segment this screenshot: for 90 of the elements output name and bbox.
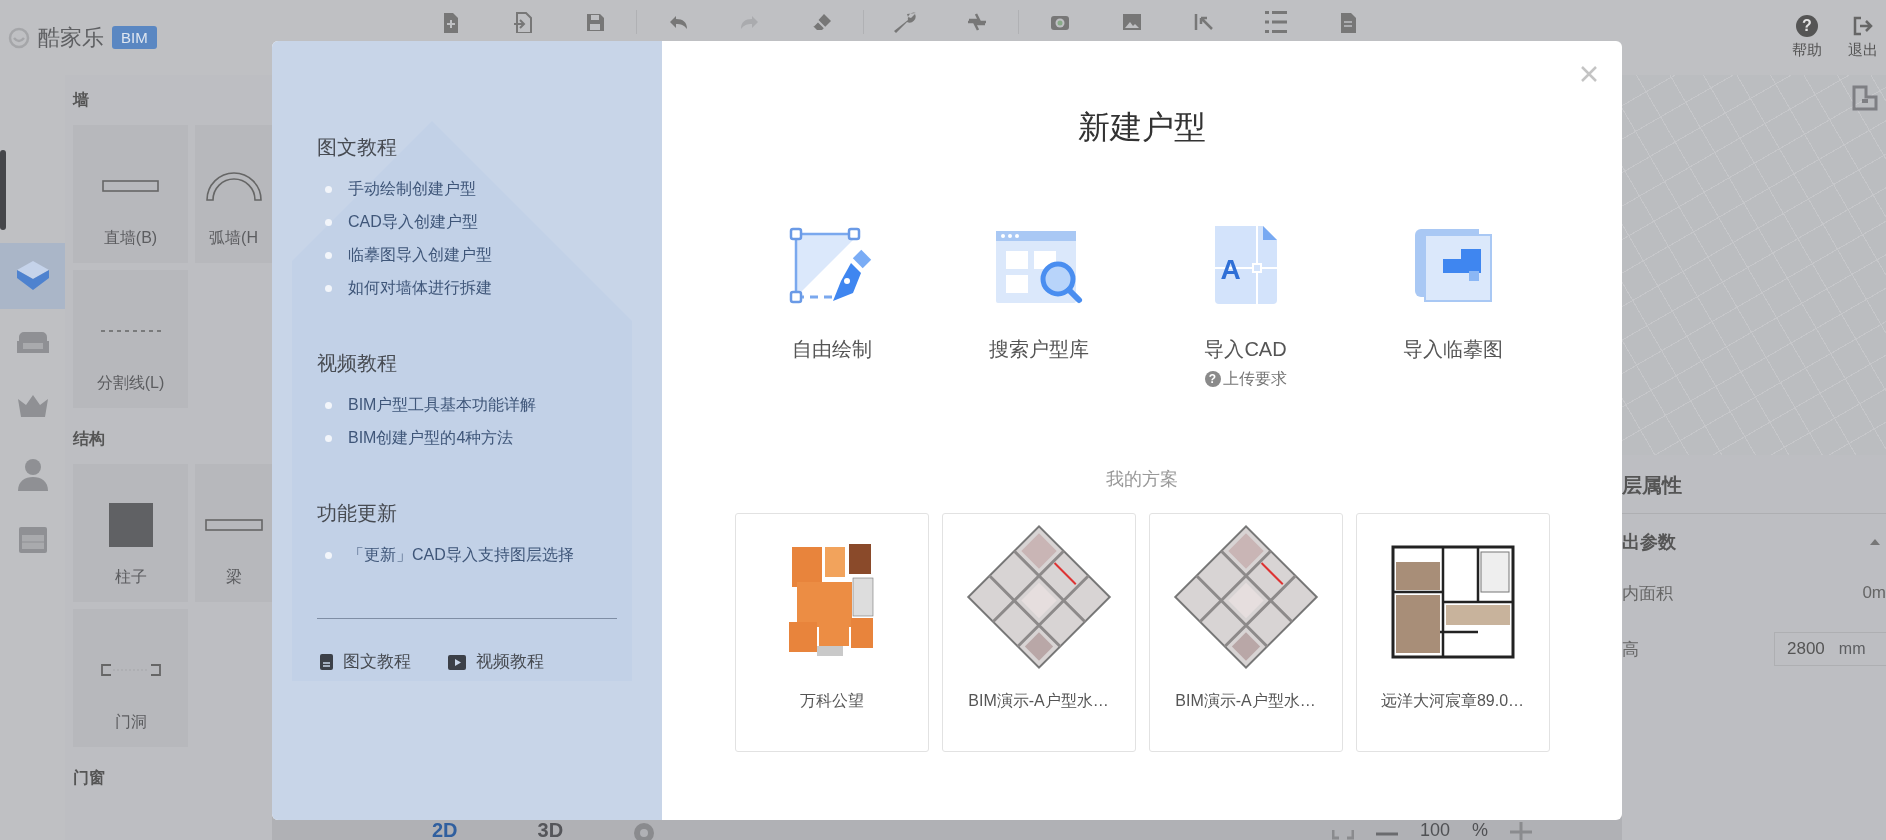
- plan-card[interactable]: BIM演示-A户型水…: [1148, 513, 1343, 752]
- help-icon: ?: [1796, 15, 1818, 37]
- beam-icon: [204, 519, 263, 531]
- align-button[interactable]: [1193, 11, 1215, 33]
- save-button[interactable]: [584, 11, 606, 33]
- footer-link[interactable]: 视频教程: [445, 649, 544, 675]
- upload-requirements-link[interactable]: ? 上传要求: [1204, 370, 1287, 388]
- tutorial-link[interactable]: BIM创建户型的4种方法: [348, 428, 514, 449]
- zoom-value: 100: [1419, 820, 1450, 840]
- section-title: 我的方案: [1106, 468, 1178, 490]
- group-title: 出参数: [1622, 531, 1676, 554]
- property-value: 0m: [1862, 583, 1886, 603]
- list-icon: [1265, 11, 1287, 33]
- create-option[interactable]: 搜索户型库: [935, 220, 1142, 388]
- footer-link[interactable]: 图文教程: [317, 649, 411, 675]
- image-icon: [1121, 11, 1143, 33]
- plus-icon: [1510, 822, 1532, 840]
- dashed-line-icon: [100, 328, 161, 334]
- exit-icon: [1852, 15, 1874, 37]
- bullet-icon: [325, 552, 332, 559]
- section-title: 墙: [73, 90, 90, 110]
- height-input[interactable]: 2800 mm: [1774, 632, 1886, 666]
- visibility-button[interactable]: [633, 822, 656, 840]
- help-button[interactable]: ? 帮助: [1792, 15, 1822, 60]
- section-title: 门窗: [73, 768, 106, 788]
- collapse-caret-icon: [1870, 537, 1880, 547]
- tool-tile[interactable]: 门洞: [73, 609, 188, 747]
- bullet-icon: [325, 402, 332, 409]
- bullet-icon: [325, 186, 332, 193]
- door-opening-icon: [100, 664, 161, 676]
- eraser-icon: [811, 11, 833, 33]
- section-title: 图文教程: [317, 135, 398, 160]
- align-icon: [1193, 11, 1215, 33]
- import-icon: [512, 11, 534, 33]
- section-title: 结构: [73, 429, 106, 449]
- minus-icon: [1375, 832, 1398, 836]
- plan-card[interactable]: 远洋大河宸章89.0…: [1355, 513, 1550, 752]
- handle-icon: [0, 150, 6, 230]
- section-title: 视频教程: [317, 351, 398, 376]
- fit-icon: [1331, 830, 1354, 840]
- tool-tile[interactable]: 弧墙(H: [195, 125, 272, 263]
- close-button[interactable]: [1580, 65, 1598, 83]
- layout-button[interactable]: [1852, 85, 1878, 111]
- document-icon: [1212, 224, 1279, 306]
- tutorial-link[interactable]: 手动绘制创建户型: [348, 179, 476, 200]
- bullet-icon: [325, 252, 332, 259]
- tutorial-link[interactable]: 如何对墙体进行拆建: [348, 278, 492, 299]
- wall-icon: [101, 179, 160, 193]
- tutorial-link[interactable]: 临摹图导入创建户型: [348, 245, 492, 266]
- tutorial-link[interactable]: 「更新」CAD导入支持图层选择: [348, 545, 574, 566]
- exit-button[interactable]: 退出: [1848, 15, 1878, 60]
- tutorial-link[interactable]: CAD导入创建户型: [348, 212, 478, 233]
- plan-card[interactable]: BIM演示-A户型水…: [941, 513, 1136, 752]
- view-tab[interactable]: 3D: [527, 820, 574, 840]
- bullet-icon: [325, 435, 332, 442]
- property-label: 高: [1622, 638, 1639, 661]
- tool-tile[interactable]: 梁: [195, 464, 272, 602]
- zoom-in-button[interactable]: [1510, 822, 1532, 840]
- create-option[interactable]: 导入临摹图: [1349, 220, 1556, 388]
- property-label: 内面积: [1622, 582, 1673, 605]
- plan-card[interactable]: 万科公望: [734, 513, 929, 752]
- square-icon: [108, 503, 153, 547]
- zoom-unit: %: [1472, 820, 1488, 840]
- create-option[interactable]: 自由绘制: [728, 220, 935, 388]
- bullet-icon: [325, 285, 332, 292]
- import-button[interactable]: [512, 11, 534, 33]
- create-option[interactable]: A 导入CAD ? 上传要求: [1142, 220, 1349, 388]
- bim-badge: BIM: [112, 26, 157, 49]
- dialog-title: 新建户型: [1078, 108, 1206, 147]
- close-icon: [1580, 65, 1598, 83]
- tool-tile[interactable]: 柱子: [73, 464, 188, 602]
- zoom-out-button[interactable]: [1375, 832, 1398, 836]
- fit-button[interactable]: [1331, 830, 1354, 840]
- logo-icon: [8, 26, 30, 49]
- document-icon: [320, 654, 333, 670]
- view-tab[interactable]: 2D: [422, 820, 468, 840]
- bullet-icon: [325, 219, 332, 226]
- list-button[interactable]: [1265, 11, 1287, 33]
- floor-layout-icon: [1852, 85, 1878, 111]
- tutorial-link[interactable]: BIM户型工具基本功能详解: [348, 395, 537, 416]
- tool-tile[interactable]: 直墙(B): [73, 125, 188, 263]
- section-title: 功能更新: [317, 501, 398, 526]
- arc-wall-icon: [204, 170, 263, 202]
- tool-tile[interactable]: 分割线(L): [73, 270, 188, 408]
- help-icon: ?: [1204, 371, 1221, 387]
- image-button[interactable]: [1121, 11, 1143, 33]
- eraser-button[interactable]: [811, 11, 833, 33]
- app-logo: 酷家乐: [38, 23, 104, 52]
- save-icon: [584, 11, 606, 33]
- cad-letter: A: [1220, 256, 1241, 284]
